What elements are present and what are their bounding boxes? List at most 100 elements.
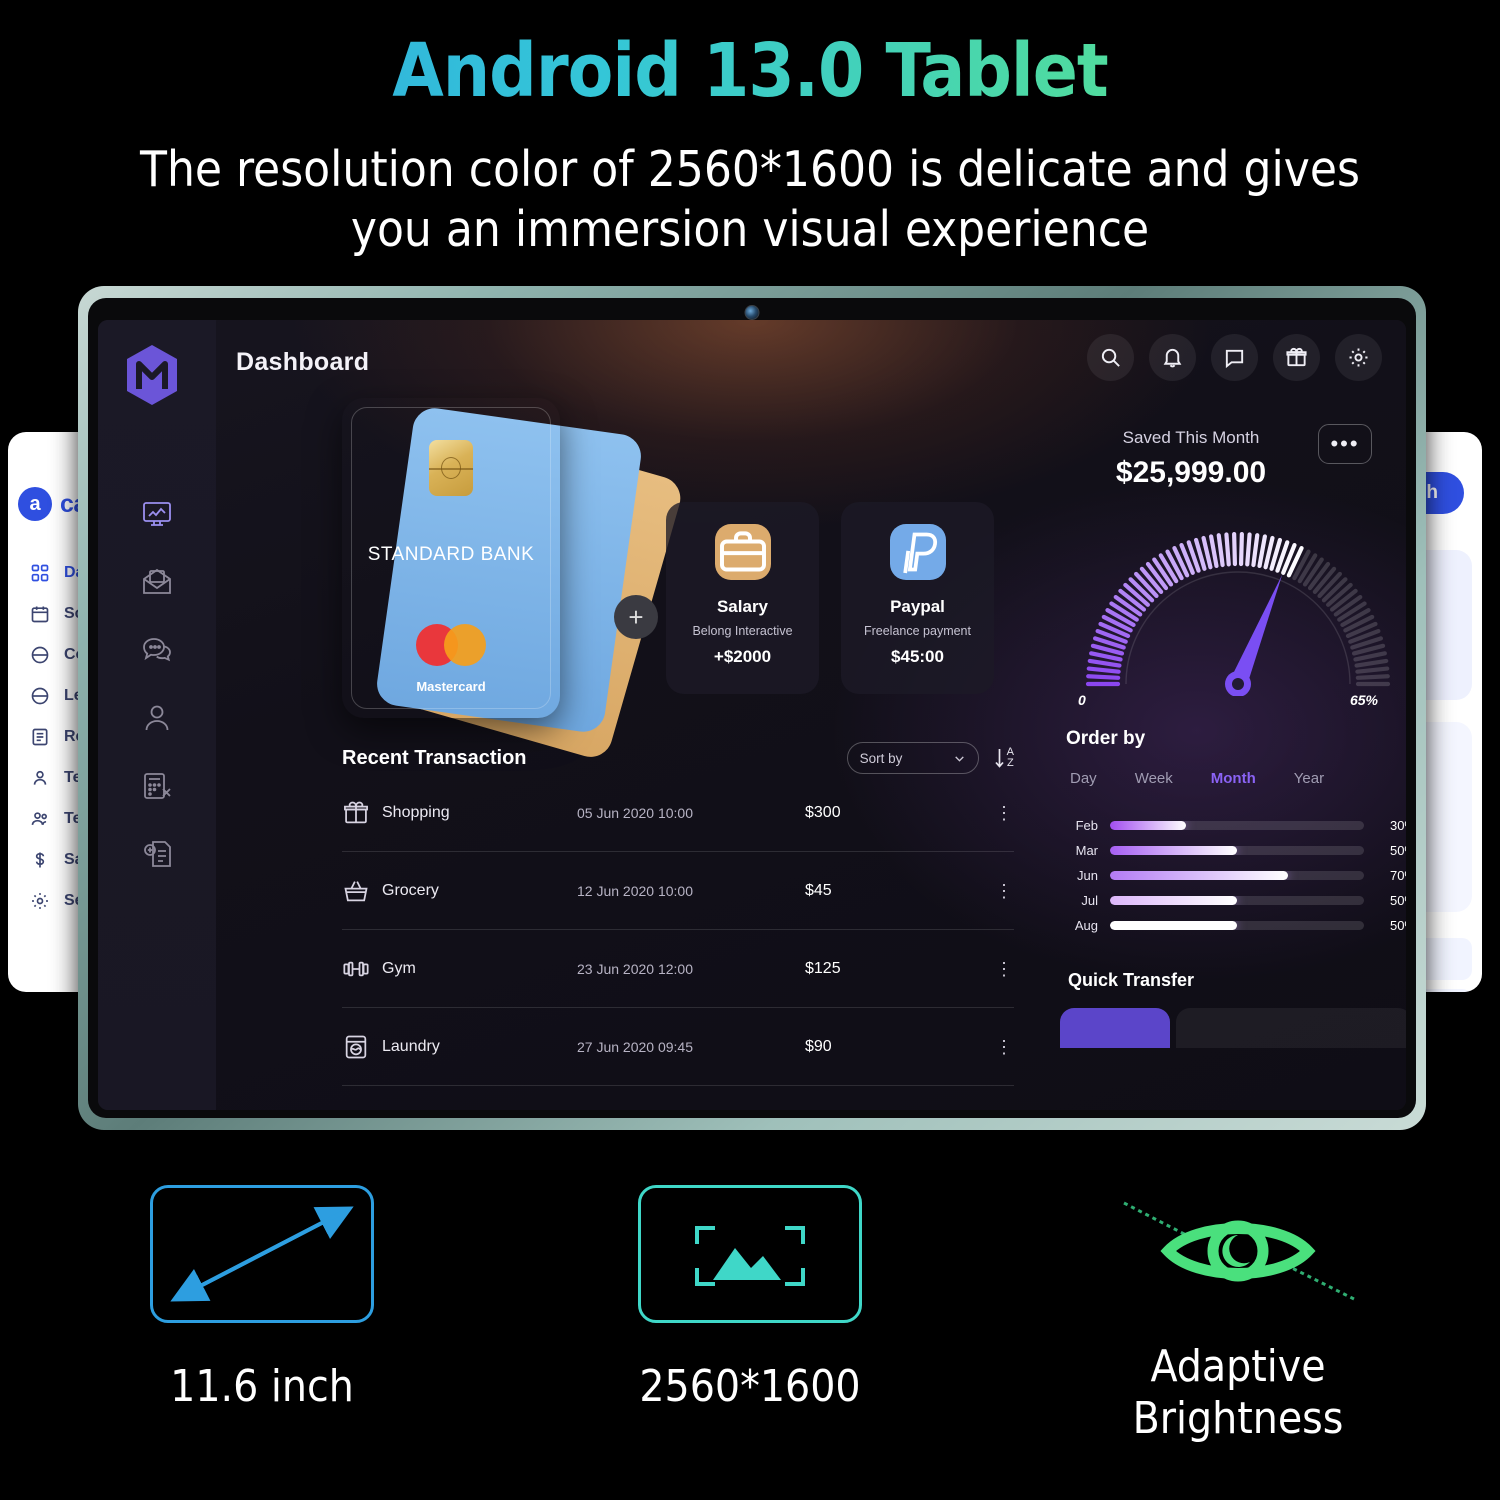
feature-label-line-2: Brightness bbox=[1132, 1393, 1344, 1444]
tab-month[interactable]: Month bbox=[1211, 770, 1256, 787]
user-icon bbox=[145, 705, 169, 731]
income-title: Salary bbox=[716, 597, 769, 616]
gauge-max-label: 65% bbox=[1349, 692, 1378, 708]
transaction-amount: $45 bbox=[805, 881, 832, 899]
bar-track bbox=[1110, 921, 1364, 930]
add-card-button[interactable]: + bbox=[614, 595, 658, 639]
image-frame-icon bbox=[638, 1185, 862, 1323]
front-camera-icon bbox=[744, 305, 760, 320]
user-icon bbox=[33, 770, 47, 785]
transaction-date: 05 Jun 2020 10:00 bbox=[577, 804, 693, 821]
row-menu-button[interactable]: ⋮ bbox=[994, 1038, 1014, 1056]
gear-icon bbox=[32, 892, 48, 909]
income-tile-salary[interactable]: Salary Belong Interactive +$2000 bbox=[666, 502, 819, 694]
transaction-date: 12 Jun 2020 10:00 bbox=[577, 882, 693, 899]
row-menu-button[interactable]: ⋮ bbox=[994, 960, 1014, 978]
order-by-title: Order by bbox=[1066, 728, 1146, 749]
bar-row: Aug 50% bbox=[1066, 913, 1406, 938]
gift-icon bbox=[342, 799, 382, 827]
table-row[interactable]: Grocery 12 Jun 2020 10:00 $45 ⋮ bbox=[342, 852, 1014, 930]
transactions-tools: Sort by A Z bbox=[846, 742, 1014, 774]
transactions-header: Recent Transaction Sort by A Z bbox=[342, 742, 1014, 774]
row-menu-button[interactable]: ⋮ bbox=[994, 804, 1014, 822]
bar-track bbox=[1110, 821, 1364, 830]
income-title: Paypal bbox=[890, 597, 945, 616]
sort-by-select[interactable]: Sort by bbox=[846, 742, 979, 774]
feature-resolution: 2560*1600 bbox=[500, 1185, 1000, 1413]
sidebar-item-dashboard[interactable] bbox=[98, 480, 216, 548]
feature-adaptive-brightness: Adaptive Brightness bbox=[988, 1185, 1488, 1445]
sidebar-item-calculator[interactable] bbox=[98, 752, 216, 820]
transactions-title: Recent Transaction bbox=[342, 746, 527, 769]
bar-fill bbox=[1110, 821, 1187, 830]
table-row[interactable]: Gym 23 Jun 2020 12:00 $125 ⋮ bbox=[342, 930, 1014, 1008]
bar-value-label: 50% bbox=[1389, 893, 1406, 908]
tablet-device: Dashboard STANDARD BANK Mastercard + Sal… bbox=[78, 286, 1426, 1130]
savings-panel: Saved This Month $25,999.00 ••• 0 65% Or… bbox=[1046, 398, 1406, 1110]
bar-value-label: 50% bbox=[1389, 918, 1406, 933]
bar-category-label: Mar bbox=[1075, 843, 1098, 858]
bar-row: Mar 50% bbox=[1066, 838, 1406, 863]
bar-category-label: Feb bbox=[1075, 818, 1098, 833]
tab-day[interactable]: Day bbox=[1070, 770, 1097, 787]
monitor-chart-icon bbox=[143, 502, 171, 526]
page-subheadline: The resolution color of 2560*1600 is del… bbox=[60, 140, 1440, 260]
basket-icon bbox=[342, 877, 382, 905]
chat-icon bbox=[143, 638, 171, 662]
bg-left-logo-mark: a bbox=[18, 487, 52, 521]
bank-card-stack: STANDARD BANK Mastercard + bbox=[342, 398, 686, 763]
app-sidebar-nav bbox=[98, 480, 216, 888]
bar-fill bbox=[1110, 871, 1288, 880]
arrow-down-icon bbox=[995, 749, 1004, 768]
sidebar-item-user[interactable] bbox=[98, 684, 216, 752]
transaction-date: 23 Jun 2020 12:00 bbox=[577, 960, 693, 977]
users-icon bbox=[31, 811, 48, 825]
bar-track bbox=[1110, 871, 1364, 880]
table-row[interactable]: Shopping 05 Jun 2020 10:00 $300 ⋮ bbox=[342, 774, 1014, 852]
app-topbar bbox=[216, 320, 1406, 398]
quick-transfer-card[interactable] bbox=[1176, 1008, 1406, 1048]
row-menu-button[interactable]: ⋮ bbox=[994, 882, 1014, 900]
tablet-screen: Dashboard STANDARD BANK Mastercard + Sal… bbox=[98, 320, 1406, 1110]
feature-label: 11.6 inch bbox=[170, 1361, 354, 1412]
book-icon bbox=[31, 687, 49, 704]
bar-category-label: Aug bbox=[1074, 918, 1098, 933]
book-icon bbox=[31, 646, 49, 663]
grid-icon bbox=[31, 564, 49, 581]
order-by-bar-chart: Feb 30% Mar 50% Jun 70% Jul 50% Aug 50% bbox=[1066, 813, 1406, 938]
feature-label: 2560*1600 bbox=[639, 1361, 861, 1412]
saved-label: Saved This Month bbox=[1122, 428, 1260, 447]
income-amount: +$2000 bbox=[713, 647, 772, 666]
income-subtitle: Freelance payment bbox=[863, 624, 971, 638]
table-row[interactable]: Laundry 27 Jun 2020 09:45 $90 ⋮ bbox=[342, 1008, 1014, 1086]
bar-category-label: Jun bbox=[1077, 868, 1098, 883]
bar-row: Feb 30% bbox=[1066, 813, 1406, 838]
subheadline-line-2: you an immersion visual experience bbox=[350, 201, 1150, 258]
bar-fill bbox=[1110, 846, 1237, 855]
bank-card-primary[interactable]: STANDARD BANK Mastercard bbox=[342, 398, 560, 718]
quick-transfer-card-active[interactable] bbox=[1060, 1008, 1170, 1048]
marketing-page: Android 13.0 Tablet The resolution color… bbox=[0, 0, 1500, 1500]
bar-fill bbox=[1110, 921, 1237, 930]
panel-menu-button[interactable]: ••• bbox=[1318, 424, 1372, 464]
tablet-bezel: Dashboard STANDARD BANK Mastercard + Sal… bbox=[88, 298, 1416, 1118]
az-sort-button[interactable]: A Z bbox=[993, 746, 1014, 770]
bar-value-label: 50% bbox=[1389, 843, 1406, 858]
sidebar-item-mail[interactable] bbox=[98, 548, 216, 616]
tab-year[interactable]: Year bbox=[1294, 770, 1324, 787]
sidebar-item-chat[interactable] bbox=[98, 616, 216, 684]
income-tiles: Salary Belong Interactive +$2000 Paypal … bbox=[666, 502, 994, 694]
az-sort-z: Z bbox=[1006, 757, 1014, 769]
bank-name: STANDARD BANK bbox=[367, 544, 535, 565]
page-headline: Android 13.0 Tablet bbox=[0, 28, 1500, 114]
feature-label-line-1: Adaptive bbox=[1150, 1341, 1326, 1392]
income-tile-paypal[interactable]: Paypal Freelance payment $45:00 bbox=[841, 502, 994, 694]
transaction-name: Gym bbox=[382, 959, 416, 977]
dollar-icon bbox=[35, 852, 45, 867]
feature-screen-size: 11.6 inch bbox=[12, 1185, 512, 1413]
sidebar-item-document-settings[interactable] bbox=[98, 820, 216, 888]
feature-label: Adaptive Brightness bbox=[988, 1341, 1488, 1445]
washer-icon bbox=[342, 1033, 382, 1061]
tab-week[interactable]: Week bbox=[1135, 770, 1173, 787]
table-row[interactable]: Car Repair 28 Jun 2020 10:20 ⋮ bbox=[342, 1086, 1014, 1110]
